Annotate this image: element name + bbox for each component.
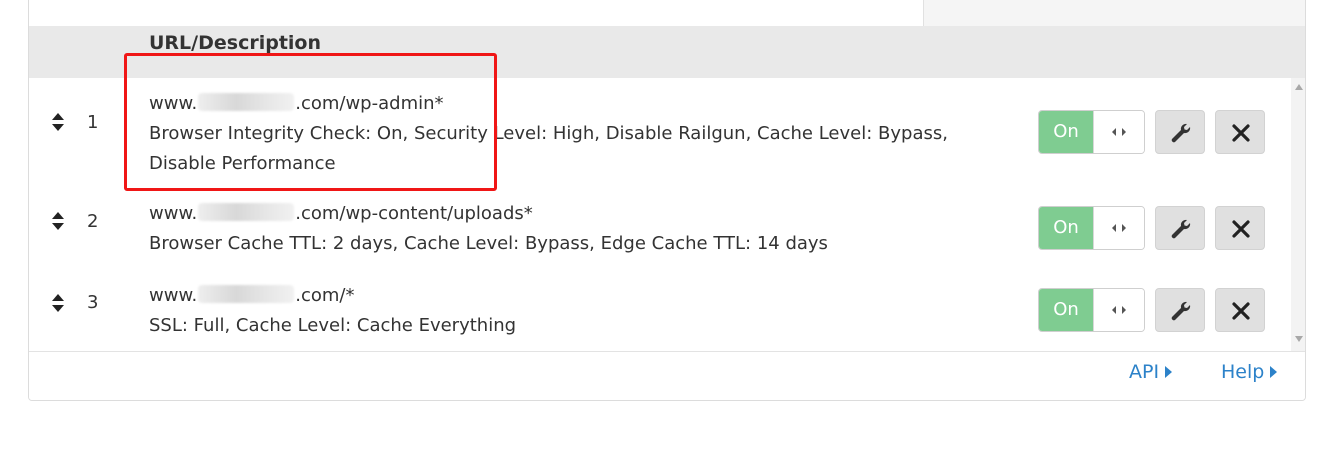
rule-url: www. .com/wp-admin*	[149, 93, 444, 114]
wrench-icon	[1171, 301, 1191, 321]
toggle-on-label: On	[1039, 207, 1093, 249]
row-index: 3	[87, 292, 99, 313]
caret-right-icon	[1165, 366, 1173, 378]
row-index: 1	[87, 112, 99, 133]
rule-url: www. .com/*	[149, 285, 355, 306]
rule-toggle[interactable]: On	[1038, 288, 1145, 332]
table-row: 2 www. .com/wp-content/uploads* Browser C…	[29, 189, 1291, 272]
rule-text: www. .com/* SSL: Full, Cache Level: Cache…	[149, 281, 1009, 341]
sort-handle-icon[interactable]	[52, 294, 64, 312]
toggle-on-label: On	[1039, 289, 1093, 331]
wrench-icon	[1171, 123, 1191, 143]
sort-handle-icon[interactable]	[52, 212, 64, 230]
redacted-domain	[198, 203, 295, 221]
table-row: 3 www. .com/* SSL: Full, Cache Level: Cac…	[29, 271, 1291, 352]
top-strip-right-panel	[923, 0, 1305, 26]
redacted-domain	[198, 93, 295, 111]
close-icon	[1232, 302, 1250, 320]
caret-right-icon	[1270, 366, 1278, 378]
rule-text: www. .com/wp-content/uploads* Browser Cac…	[149, 199, 1009, 259]
rule-description: Browser Integrity Check: On, Security Le…	[149, 123, 948, 174]
toggle-on-label: On	[1039, 111, 1093, 153]
sort-handle-icon[interactable]	[52, 113, 64, 131]
close-icon	[1232, 124, 1250, 142]
delete-rule-button[interactable]	[1215, 206, 1265, 250]
redacted-domain	[198, 285, 295, 303]
top-strip	[29, 0, 1305, 27]
rule-text: www. .com/wp-admin* Browser Integrity Che…	[149, 89, 1009, 179]
edit-rule-button[interactable]	[1155, 288, 1205, 332]
drag-arrows-icon	[1093, 207, 1144, 249]
delete-rule-button[interactable]	[1215, 110, 1265, 154]
card-footer: API Help	[29, 351, 1305, 400]
rule-toggle[interactable]: On	[1038, 110, 1145, 154]
rule-description: Browser Cache TTL: 2 days, Cache Level: …	[149, 233, 828, 254]
drag-arrows-icon	[1093, 289, 1144, 331]
rule-toggle[interactable]: On	[1038, 206, 1145, 250]
column-header-url-description: URL/Description	[149, 32, 321, 54]
wrench-icon	[1171, 219, 1191, 239]
scrollbar[interactable]	[1291, 78, 1305, 351]
drag-arrows-icon	[1093, 111, 1144, 153]
close-icon	[1232, 220, 1250, 238]
help-link[interactable]: Help	[1221, 361, 1278, 383]
scroll-down-icon[interactable]	[1295, 336, 1303, 342]
scroll-up-icon[interactable]	[1295, 84, 1303, 90]
row-index: 2	[87, 211, 99, 232]
rule-url: www. .com/wp-content/uploads*	[149, 203, 533, 224]
table-header: URL/Description	[29, 26, 1305, 78]
api-link[interactable]: API	[1129, 361, 1173, 383]
delete-rule-button[interactable]	[1215, 288, 1265, 332]
edit-rule-button[interactable]	[1155, 206, 1205, 250]
rule-description: SSL: Full, Cache Level: Cache Everything	[149, 315, 517, 336]
table-row: 1 www. .com/wp-admin* Browser Integrity C…	[29, 78, 1291, 190]
page-rules-card: URL/Description 1 www. .com/wp-admin* Bro…	[28, 0, 1306, 401]
edit-rule-button[interactable]	[1155, 110, 1205, 154]
